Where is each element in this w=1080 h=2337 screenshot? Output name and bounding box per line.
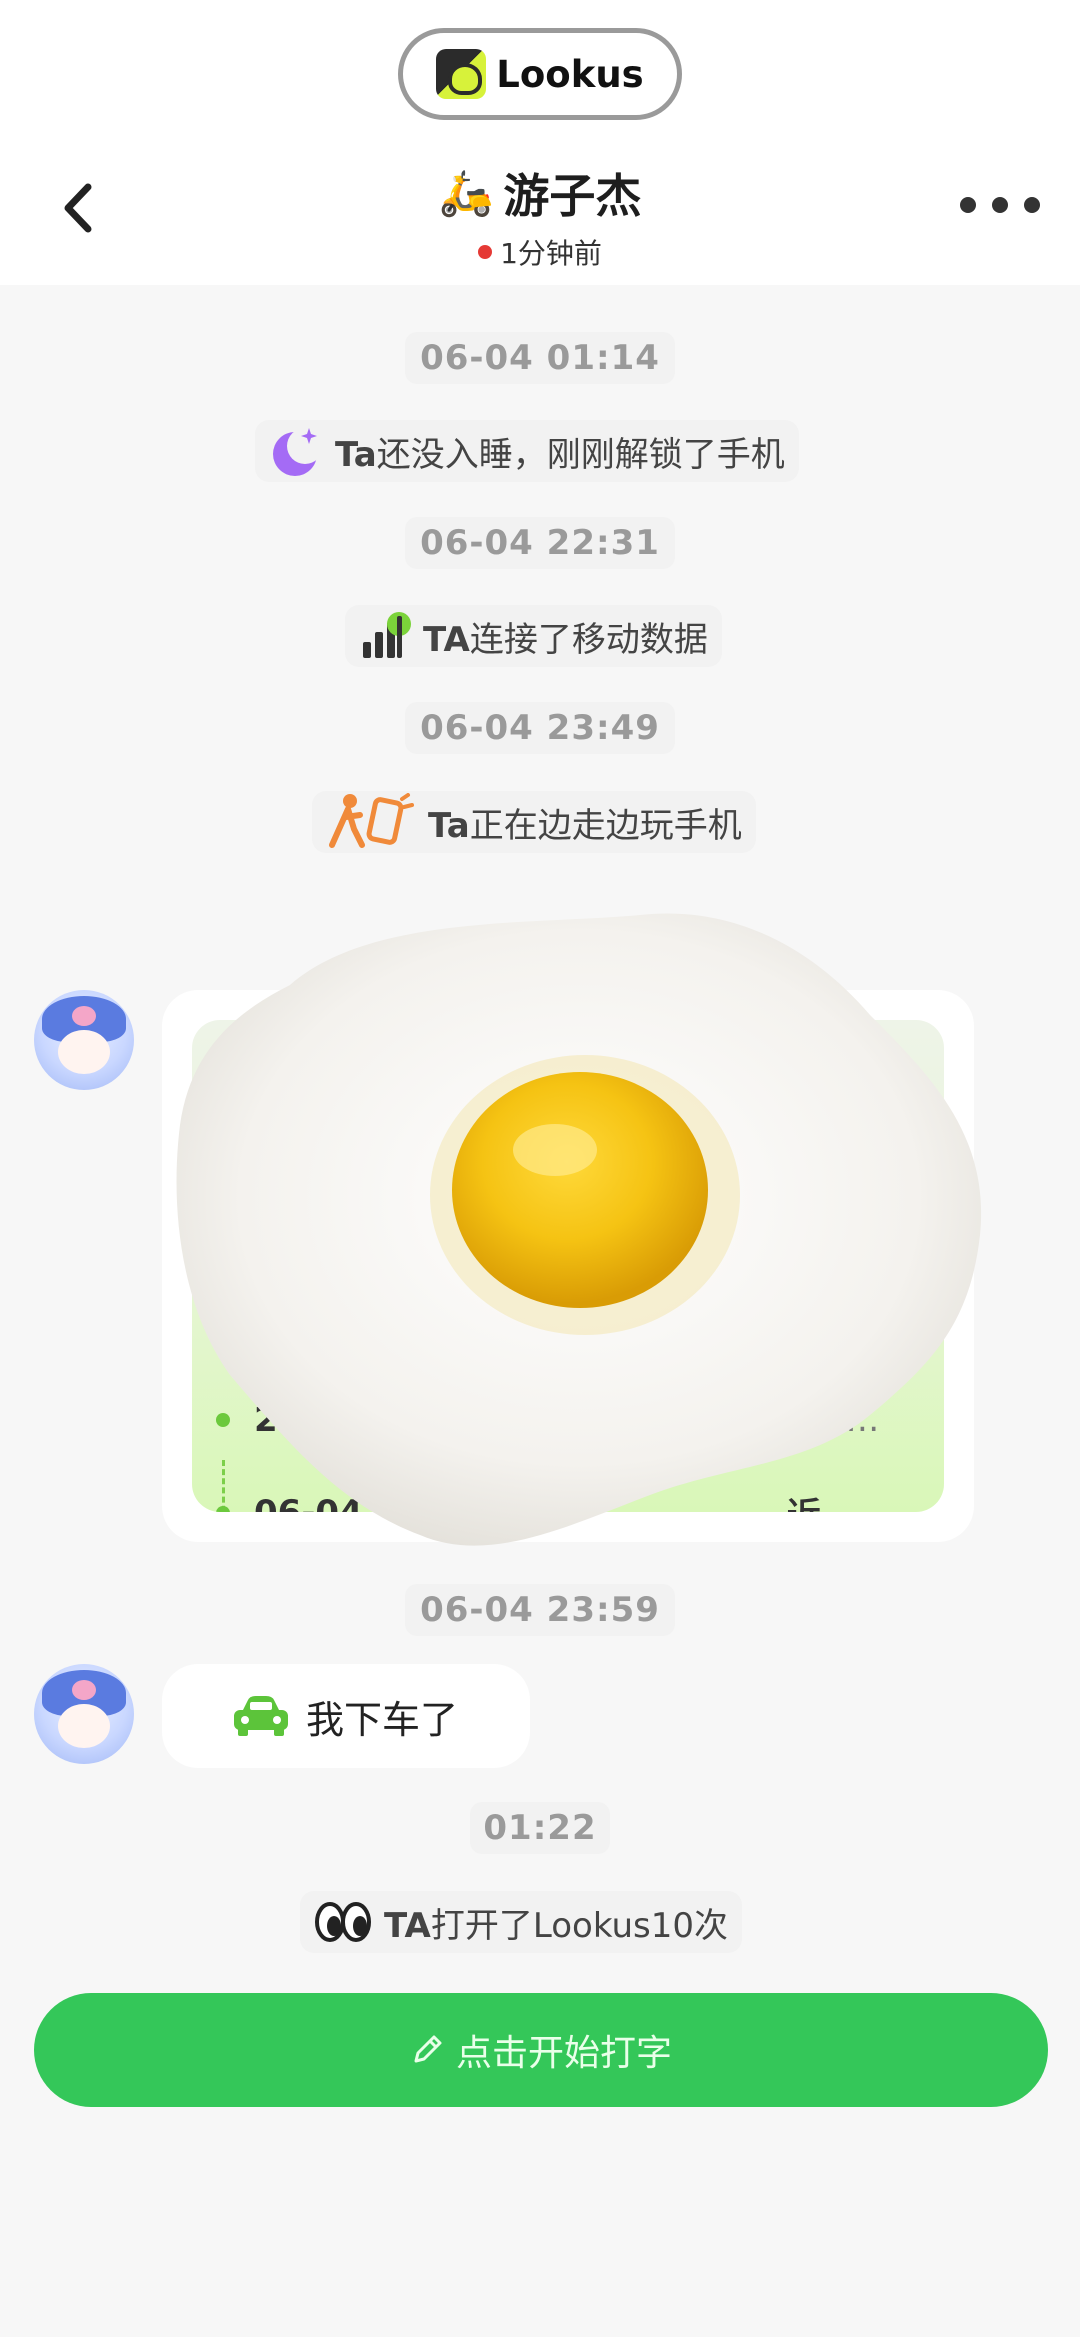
timestamp: 01:22 bbox=[470, 1802, 610, 1854]
message-text: 我下车了 bbox=[306, 1697, 459, 1742]
route-time: 06-04 bbox=[254, 1493, 363, 1513]
walking-phone-icon bbox=[329, 793, 414, 848]
contact-name: 游子杰 bbox=[503, 169, 642, 223]
event-text: 连接了移动数据 bbox=[469, 619, 708, 660]
chevron-left-icon bbox=[64, 183, 92, 233]
car-icon bbox=[234, 1696, 288, 1736]
more-dot-icon bbox=[960, 197, 976, 213]
online-status-dot bbox=[478, 245, 493, 259]
activity-event: Ta正在边走边玩手机 bbox=[312, 791, 756, 853]
timestamp: 06-04 23:59 bbox=[405, 1584, 675, 1636]
more-dot-icon bbox=[1024, 197, 1040, 213]
signal-icon bbox=[363, 612, 411, 658]
message-bubble[interactable]: 我下车了 bbox=[162, 1664, 530, 1768]
avatar[interactable] bbox=[34, 990, 134, 1090]
activity-event: Ta还没入睡，刚刚解锁了手机 bbox=[255, 420, 799, 482]
map-preview: 23 … 06-04 近 bbox=[192, 1020, 944, 1512]
pencil-icon bbox=[414, 2035, 442, 2063]
location-card[interactable]: 23 … 06-04 近 bbox=[162, 990, 974, 1542]
route-place: 近 bbox=[787, 1488, 821, 1512]
route-place: … bbox=[845, 1400, 880, 1440]
event-subject: Ta bbox=[335, 434, 377, 475]
route-start: 23 … bbox=[216, 1400, 879, 1440]
route-end: 06-04 近 bbox=[216, 1488, 821, 1512]
more-dot-icon bbox=[992, 197, 1008, 213]
route-time: 23 bbox=[254, 1400, 302, 1440]
start-typing-label: 点击开始打字 bbox=[455, 2033, 672, 2074]
activity-event: TA连接了移动数据 bbox=[345, 605, 722, 667]
app-badge[interactable]: Lookus bbox=[398, 28, 682, 120]
chat-page: Lookus 🛵 游子杰 1分钟前 06-04 01:14 Ta还没入睡，刚刚解… bbox=[0, 0, 1080, 2337]
event-text: 正在边走边玩手机 bbox=[469, 805, 742, 846]
route-dot bbox=[216, 1505, 230, 1512]
more-button[interactable] bbox=[960, 185, 1040, 225]
scooter-icon: 🛵 bbox=[438, 168, 494, 219]
event-subject: TA bbox=[384, 1905, 431, 1946]
header: Lookus 🛵 游子杰 1分钟前 bbox=[0, 0, 1080, 285]
event-subject: TA bbox=[423, 619, 470, 660]
avatar[interactable] bbox=[34, 1664, 134, 1764]
app-name: Lookus bbox=[496, 52, 644, 96]
lookus-logo-icon bbox=[436, 49, 487, 99]
event-text: 还没入睡，刚刚解锁了手机 bbox=[376, 434, 785, 475]
timestamp: 06-04 22:31 bbox=[405, 517, 675, 569]
eyes-icon bbox=[315, 1902, 371, 1942]
timestamp: 06-04 01:14 bbox=[405, 332, 675, 384]
start-typing-button[interactable]: 点击开始打字 bbox=[34, 1993, 1048, 2107]
chat-title: 🛵 游子杰 1分钟前 bbox=[300, 160, 780, 272]
route-dot bbox=[216, 1413, 230, 1427]
activity-event: TA打开了Lookus10次 bbox=[300, 1891, 742, 1953]
event-text: 打开了Lookus10次 bbox=[430, 1905, 728, 1946]
event-subject: Ta bbox=[428, 805, 470, 846]
moon-icon bbox=[273, 428, 323, 476]
timestamp: 06-04 23:49 bbox=[405, 702, 675, 754]
back-button[interactable] bbox=[52, 178, 102, 238]
last-seen: 1分钟前 bbox=[500, 237, 602, 270]
